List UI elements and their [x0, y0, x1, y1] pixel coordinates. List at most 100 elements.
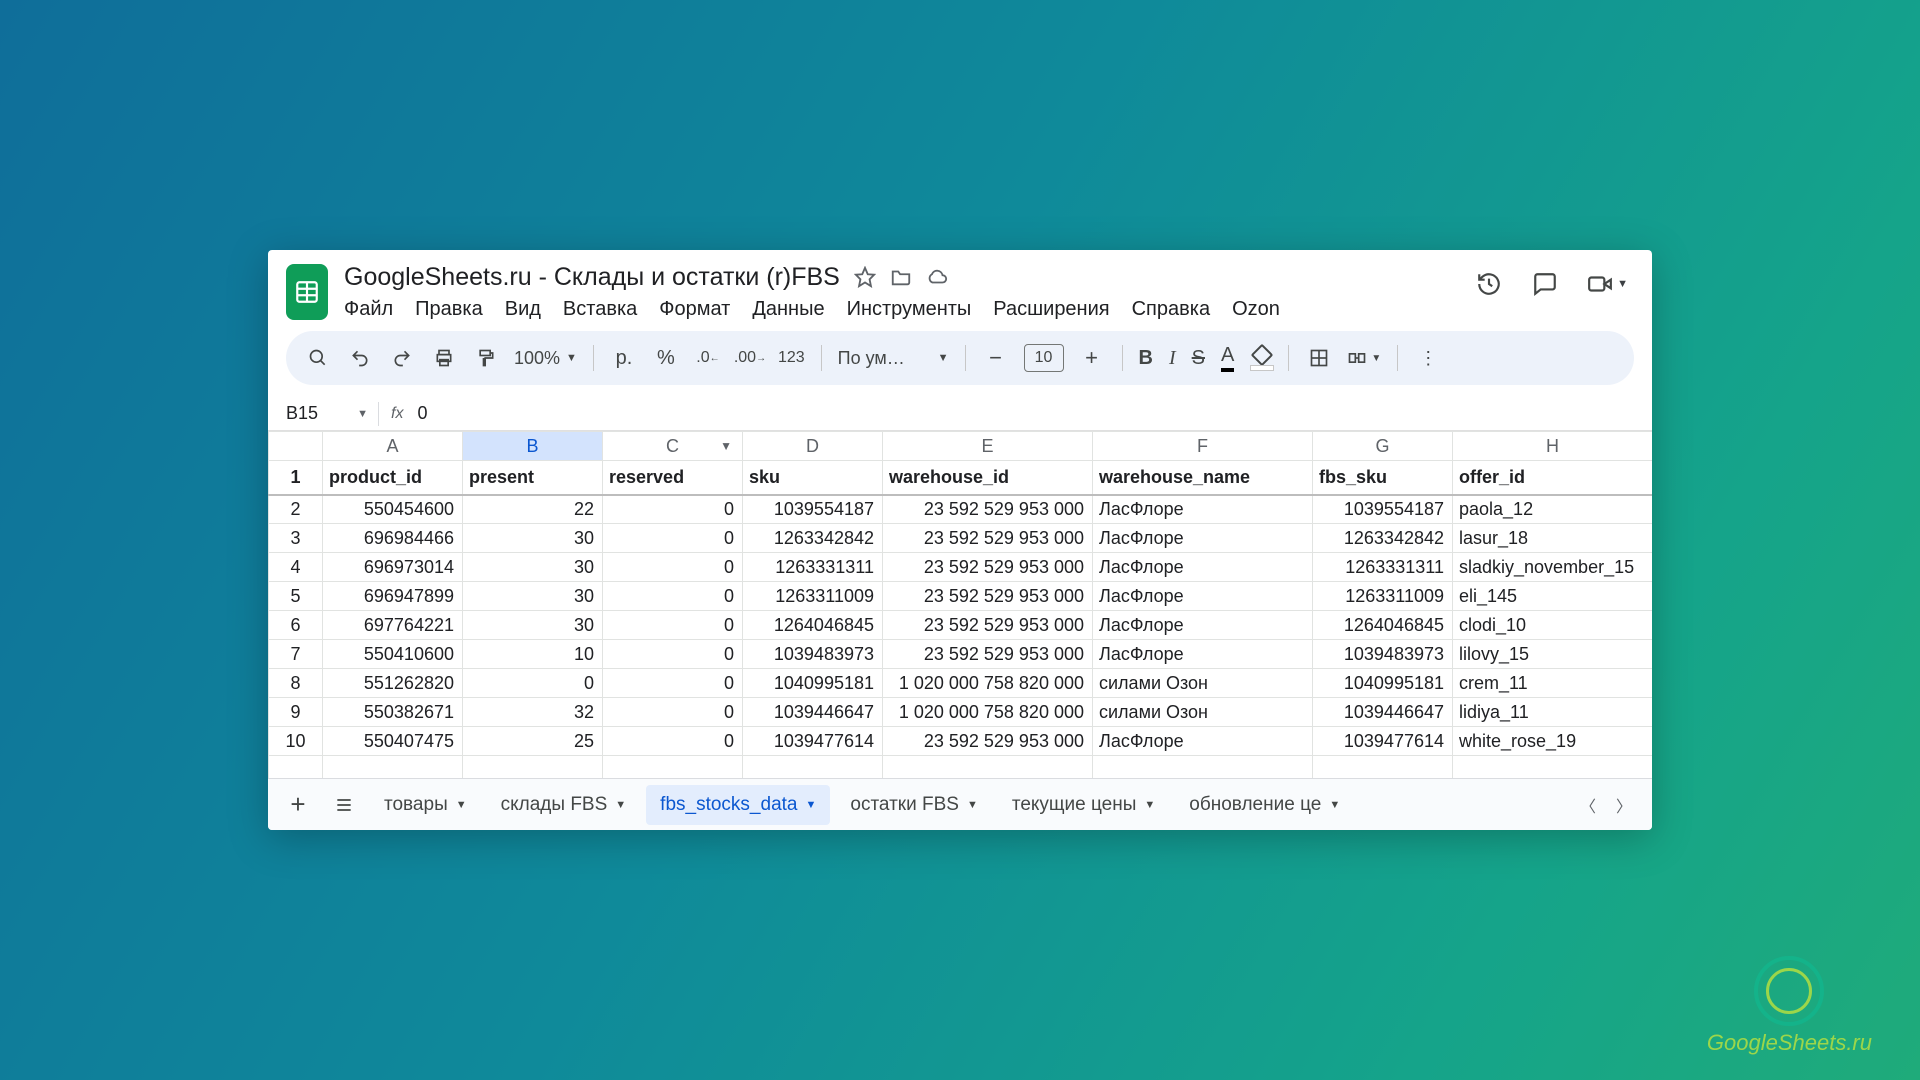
undo-icon[interactable] — [346, 344, 374, 372]
cell[interactable]: 23 592 529 953 000 — [883, 611, 1093, 640]
chevron-down-icon[interactable]: ▼ — [1144, 799, 1155, 811]
sheet-tab[interactable]: остатки FBS▼ — [836, 785, 991, 825]
cell[interactable]: 696947899 — [323, 582, 463, 611]
cell[interactable]: 1039554187 — [743, 495, 883, 524]
cell[interactable]: 0 — [463, 669, 603, 698]
decrease-font-icon[interactable]: − — [982, 344, 1010, 372]
column-header-H[interactable]: H — [1453, 432, 1653, 461]
sheets-logo[interactable] — [286, 264, 328, 320]
menu-справка[interactable]: Справка — [1132, 298, 1210, 321]
currency-button[interactable]: р. — [610, 344, 638, 372]
name-box[interactable]: B15▼ — [268, 397, 378, 430]
sheet-tab[interactable]: fbs_stocks_data▼ — [646, 785, 830, 825]
cell[interactable]: ЛасФлоре — [1093, 495, 1313, 524]
row-header[interactable]: 2 — [269, 495, 323, 524]
all-sheets-icon[interactable] — [324, 785, 364, 825]
cell[interactable]: 1039446647 — [1313, 698, 1453, 727]
cell[interactable]: 0 — [603, 698, 743, 727]
cell[interactable]: lasur_18 — [1453, 524, 1653, 553]
move-folder-icon[interactable] — [890, 266, 912, 288]
italic-button[interactable]: I — [1169, 347, 1176, 370]
cell[interactable]: lilovy_15 — [1453, 640, 1653, 669]
row-header[interactable]: 4 — [269, 553, 323, 582]
cell[interactable]: 1263311009 — [1313, 582, 1453, 611]
cell[interactable]: crem_11 — [1453, 669, 1653, 698]
cell[interactable]: 1039446647 — [743, 698, 883, 727]
cell[interactable]: 1264046845 — [1313, 611, 1453, 640]
cell[interactable]: 0 — [603, 669, 743, 698]
menu-ozon[interactable]: Ozon — [1232, 298, 1280, 321]
cell[interactable]: 1263331311 — [1313, 553, 1453, 582]
tab-scroll-left-icon[interactable]: 〈 — [1580, 793, 1596, 817]
cell[interactable]: 697764221 — [323, 611, 463, 640]
cell[interactable]: 23 592 529 953 000 — [883, 582, 1093, 611]
cell[interactable]: 0 — [603, 495, 743, 524]
chevron-down-icon[interactable]: ▼ — [967, 799, 978, 811]
header-cell[interactable]: sku — [743, 461, 883, 495]
bold-button[interactable]: B — [1139, 347, 1153, 370]
search-icon[interactable] — [304, 344, 332, 372]
sheet-tab[interactable]: текущие цены▼ — [998, 785, 1169, 825]
increase-font-icon[interactable]: + — [1078, 344, 1106, 372]
cell[interactable]: ЛасФлоре — [1093, 553, 1313, 582]
column-header-F[interactable]: F — [1093, 432, 1313, 461]
cell[interactable]: paola_12 — [1453, 495, 1653, 524]
cell[interactable]: 1039477614 — [743, 727, 883, 756]
history-icon[interactable] — [1475, 270, 1503, 298]
cell[interactable]: 0 — [603, 727, 743, 756]
column-header-A[interactable]: A — [323, 432, 463, 461]
zoom-dropdown[interactable]: 100%▼ — [514, 348, 577, 369]
row-header[interactable]: 5 — [269, 582, 323, 611]
redo-icon[interactable] — [388, 344, 416, 372]
header-cell[interactable]: offer_id — [1453, 461, 1653, 495]
cell[interactable]: eli_145 — [1453, 582, 1653, 611]
menu-расширения[interactable]: Расширения — [993, 298, 1109, 321]
spreadsheet-grid[interactable]: ABC▼DEFGH1product_idpresentreservedskuwa… — [268, 431, 1652, 778]
print-icon[interactable] — [430, 344, 458, 372]
cell[interactable]: 0 — [603, 582, 743, 611]
chevron-down-icon[interactable]: ▼ — [805, 799, 816, 811]
cell[interactable]: clodi_10 — [1453, 611, 1653, 640]
decrease-decimal-icon[interactable]: .0← — [694, 344, 722, 372]
menu-правка[interactable]: Правка — [415, 298, 483, 321]
cell[interactable]: 1039483973 — [1313, 640, 1453, 669]
menu-вставка[interactable]: Вставка — [563, 298, 637, 321]
cell[interactable]: 0 — [603, 611, 743, 640]
font-size-input[interactable]: 10 — [1024, 344, 1064, 372]
row-header[interactable]: 3 — [269, 524, 323, 553]
cell[interactable]: силами Озон — [1093, 698, 1313, 727]
column-header-B[interactable]: B — [463, 432, 603, 461]
chevron-down-icon[interactable]: ▼ — [615, 799, 626, 811]
cell[interactable]: 1040995181 — [743, 669, 883, 698]
borders-icon[interactable] — [1305, 344, 1333, 372]
cell[interactable]: 23 592 529 953 000 — [883, 553, 1093, 582]
comments-icon[interactable] — [1531, 270, 1559, 298]
cell[interactable]: ЛасФлоре — [1093, 640, 1313, 669]
sheet-tab[interactable]: склады FBS▼ — [487, 785, 641, 825]
row-header[interactable]: 7 — [269, 640, 323, 669]
cell[interactable]: 1263331311 — [743, 553, 883, 582]
cell[interactable]: 30 — [463, 553, 603, 582]
cell[interactable]: 696973014 — [323, 553, 463, 582]
percent-button[interactable]: % — [652, 344, 680, 372]
cell[interactable]: 1 020 000 758 820 000 — [883, 698, 1093, 727]
strikethrough-button[interactable]: S — [1192, 347, 1205, 370]
cell[interactable]: 23 592 529 953 000 — [883, 495, 1093, 524]
cell[interactable]: 1264046845 — [743, 611, 883, 640]
cell[interactable]: 1040995181 — [1313, 669, 1453, 698]
cloud-saved-icon[interactable] — [926, 266, 948, 288]
paint-format-icon[interactable] — [472, 344, 500, 372]
column-header-G[interactable]: G — [1313, 432, 1453, 461]
cell[interactable]: 1263342842 — [743, 524, 883, 553]
header-cell[interactable]: product_id — [323, 461, 463, 495]
cell[interactable]: 30 — [463, 524, 603, 553]
cell[interactable]: 23 592 529 953 000 — [883, 640, 1093, 669]
star-icon[interactable] — [854, 266, 876, 288]
header-cell[interactable]: reserved — [603, 461, 743, 495]
cell[interactable]: 30 — [463, 611, 603, 640]
header-cell[interactable]: fbs_sku — [1313, 461, 1453, 495]
cell[interactable]: ЛасФлоре — [1093, 582, 1313, 611]
cell[interactable]: 551262820 — [323, 669, 463, 698]
cell[interactable]: 1263342842 — [1313, 524, 1453, 553]
cell[interactable]: 0 — [603, 553, 743, 582]
